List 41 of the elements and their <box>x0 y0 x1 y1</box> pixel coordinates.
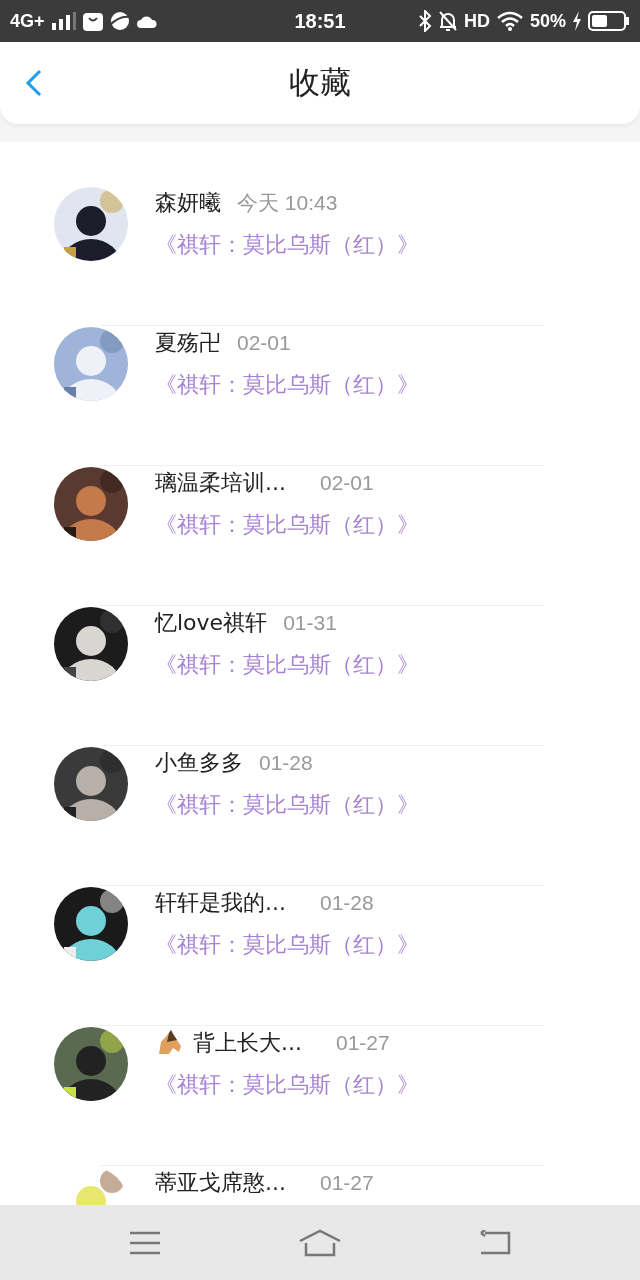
list-item[interactable]: 忆love祺轩 01-31 《祺轩：莫比乌斯（红）》 <box>100 606 544 746</box>
list-item[interactable]: 夏殇卍 02-01 《祺轩：莫比乌斯（红）》 <box>100 326 544 466</box>
chevron-icon <box>24 69 44 97</box>
menu-icon[interactable] <box>128 1229 161 1256</box>
list-item[interactable]: 璃温柔培训... 02-01 《祺轩：莫比乌斯（红）》 <box>100 466 544 606</box>
date: 02-01 <box>320 471 374 495</box>
user-name: 忆love祺轩 <box>155 609 268 637</box>
planet-icon <box>108 11 131 31</box>
network-label: 4G+ <box>10 10 45 32</box>
back-icon[interactable] <box>479 1229 512 1256</box>
wifi-icon <box>495 11 524 31</box>
date: 今天 10:43 <box>237 190 338 216</box>
user-name: 森妍曦 <box>155 189 221 217</box>
user-name: 夏殇卍 <box>155 329 221 357</box>
page-title: 收藏 <box>289 63 351 102</box>
charging-icon <box>572 11 582 31</box>
list-item[interactable]: 背上长大... 01-27 《祺轩：莫比乌斯（红）》 <box>100 1026 544 1166</box>
date: 01-27 <box>320 1171 374 1195</box>
signal-icon <box>50 12 77 30</box>
battery-percent: 50% <box>529 10 566 32</box>
home-icon[interactable] <box>298 1228 342 1257</box>
date: 01-27 <box>336 1031 390 1055</box>
user-name: 小鱼多多 <box>155 749 243 777</box>
user-name: 背上长大... <box>193 1029 302 1057</box>
list-item[interactable]: 轩轩是我的... 01-28 《祺轩：莫比乌斯（红）》 <box>100 886 544 1026</box>
battery-icon <box>588 11 630 31</box>
bell-off-icon <box>437 10 458 32</box>
hd-label: HD <box>463 10 490 32</box>
user-name: 璃温柔培训... <box>155 469 286 497</box>
bluetooth-icon <box>417 10 432 32</box>
clock: 18:51 <box>294 9 346 33</box>
user-name: 蒂亚戈席憨... <box>155 1169 286 1197</box>
user-name: 轩轩是我的... <box>155 889 286 917</box>
date: 02-01 <box>237 331 291 355</box>
list-item[interactable]: 小鱼多多 01-28 《祺轩：莫比乌斯（红）》 <box>100 746 544 886</box>
date: 01-28 <box>320 891 374 915</box>
date: 01-31 <box>283 611 337 635</box>
list-item[interactable]: 森妍曦 今天 10:43 《祺轩：莫比乌斯（红）》 <box>100 186 544 326</box>
date: 01-28 <box>259 751 313 775</box>
cloud-icon <box>136 14 157 28</box>
bag-icon <box>82 11 103 31</box>
